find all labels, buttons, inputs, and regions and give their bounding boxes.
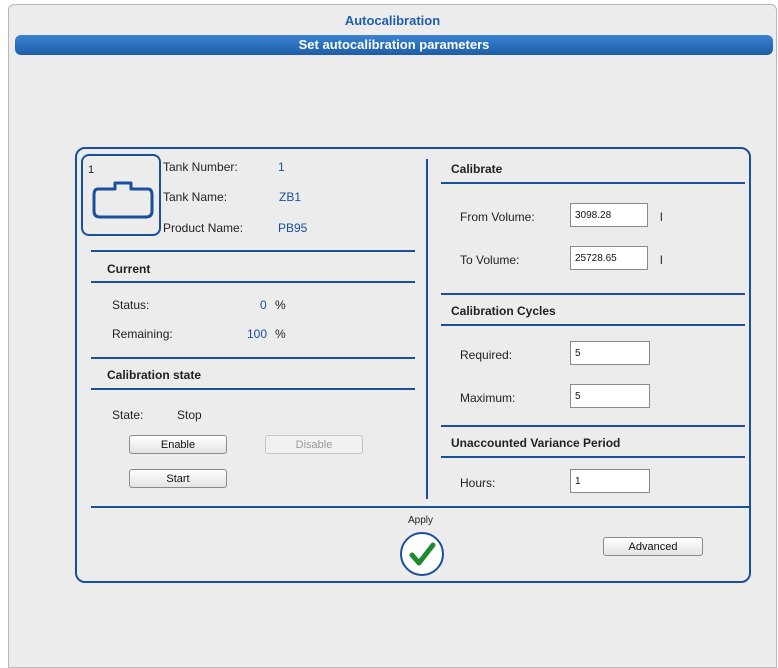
advanced-button[interactable]: Advanced [603,537,703,556]
divider [441,425,745,427]
state-label: State: [112,408,144,422]
column-divider [426,159,428,499]
maximum-label: Maximum: [460,391,516,405]
tank-number-label: Tank Number: [163,160,238,174]
app-window: Autocalibration Set autocalibration para… [8,4,777,668]
start-button[interactable]: Start [129,469,227,488]
product-name-value: PB95 [278,221,308,235]
tank-badge: 1 [81,154,161,236]
from-volume-label: From Volume: [460,210,535,224]
status-label: Status: [112,298,150,312]
remaining-label: Remaining: [112,327,173,341]
tank-name-value: ZB1 [279,190,302,204]
apply-label: Apply [408,515,434,526]
disable-button[interactable]: Disable [265,435,363,454]
variance-period-header: Unaccounted Variance Period [451,436,621,450]
divider [91,250,415,252]
to-volume-label: To Volume: [460,253,520,267]
tank-name-label: Tank Name: [163,190,228,204]
required-cycles-input[interactable] [570,341,650,365]
product-name-label: Product Name: [163,221,244,235]
enable-button[interactable]: Enable [129,435,227,454]
checkmark-icon [409,542,436,566]
divider [91,281,415,283]
remaining-unit: % [275,327,286,341]
required-label: Required: [460,348,513,362]
to-volume-input[interactable] [570,246,648,270]
window-title: Autocalibration [344,13,441,28]
divider [441,182,745,184]
maximum-cycles-input[interactable] [570,384,650,408]
to-volume-unit: l [660,253,663,267]
hours-label: Hours: [460,476,496,490]
from-volume-unit: l [660,210,663,224]
calibration-cycles-header: Calibration Cycles [451,304,556,318]
from-volume-input[interactable] [570,203,648,227]
divider [91,357,415,359]
divider [91,388,415,390]
status-value: 0 [260,298,267,312]
calibrate-header: Calibrate [451,162,503,176]
remaining-value: 100 [247,327,268,341]
subtitle-bar: Set autocalibration parameters [15,35,773,55]
tank-number-value: 1 [278,160,285,174]
state-value: Stop [177,408,202,422]
divider [441,456,745,458]
divider [441,293,745,295]
hours-input[interactable] [570,469,650,493]
calibration-state-header: Calibration state [107,368,202,382]
apply-button[interactable] [400,532,444,576]
tank-icon [92,181,154,219]
tank-badge-number: 1 [88,164,95,176]
footer-divider [91,506,751,508]
current-header: Current [107,262,151,276]
status-unit: % [275,298,286,312]
divider [441,324,745,326]
autocalibration-panel: 1 Tank Number: 1 Tank Name: ZB1 Product … [75,147,751,583]
